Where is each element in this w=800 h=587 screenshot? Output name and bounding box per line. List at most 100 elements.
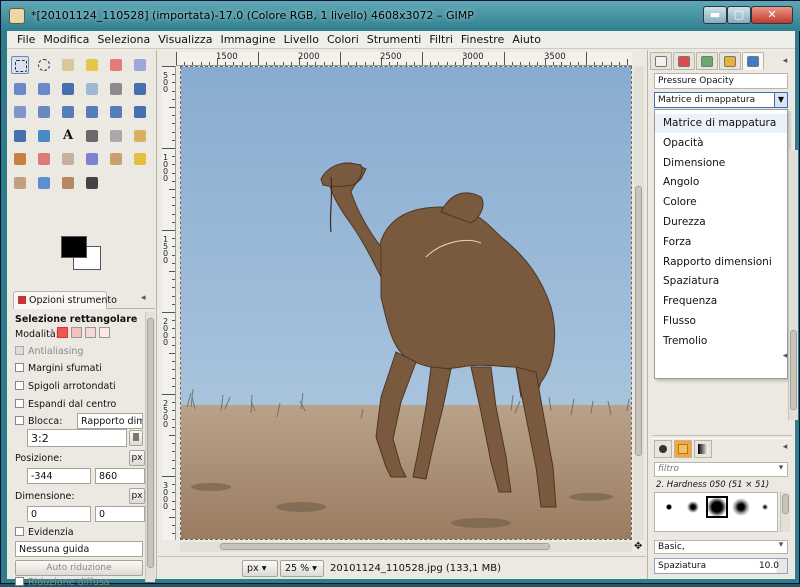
position-x-field[interactable]: -344 [27, 468, 91, 484]
mapping-option[interactable]: Tremolio [655, 332, 787, 351]
brush-menu-icon[interactable]: ◂ [778, 442, 792, 456]
tool-options-scrollbar[interactable] [145, 312, 155, 582]
expand-option[interactable]: Espandi dal centro [15, 399, 116, 410]
zoom-tool[interactable] [83, 80, 101, 98]
foreground-color-swatch[interactable] [61, 236, 87, 258]
vertical-ruler[interactable]: 500 1000 1500 2000 2500 3000 [162, 66, 176, 540]
mapping-option[interactable]: Forza [655, 233, 787, 252]
perspective-clone-tool[interactable] [11, 174, 29, 192]
brush-thumbnail[interactable] [730, 496, 752, 518]
minimize-button[interactable]: ▬ [703, 6, 727, 24]
merge-checkbox[interactable] [15, 577, 24, 586]
crop-tool[interactable] [35, 103, 53, 121]
brush-scrollbar[interactable] [780, 492, 790, 532]
blend-tool[interactable] [107, 127, 125, 145]
rounded-option[interactable]: Spigoli arrotondati [15, 381, 116, 392]
navigate-icon[interactable]: ✥ [634, 542, 644, 552]
brush-scroll-thumb[interactable] [782, 494, 789, 514]
canvas-v-thumb[interactable] [635, 186, 642, 456]
mapping-option[interactable]: Frequenza [655, 292, 787, 311]
dynamics-name-field[interactable]: Pressure Opacity [654, 73, 788, 89]
ratio-field[interactable]: 3:2 [27, 429, 127, 447]
text-tool[interactable]: A [59, 127, 77, 145]
antialias-option[interactable]: Antialiasing [15, 346, 83, 357]
horizontal-ruler[interactable]: 1500 2000 2500 3000 3500 [176, 52, 632, 66]
paths-tool[interactable] [35, 80, 53, 98]
dock-separator[interactable] [652, 435, 792, 439]
chevron-down-icon[interactable]: ▾ [774, 463, 788, 477]
image-canvas[interactable] [180, 66, 632, 540]
color-picker-tool[interactable] [59, 80, 77, 98]
mapping-option[interactable]: Durezza [655, 213, 787, 232]
feather-checkbox[interactable] [15, 363, 24, 372]
fixed-option[interactable]: Blocca: [15, 416, 62, 427]
bucket-fill-tool[interactable] [83, 127, 101, 145]
menu-immagine[interactable]: Immagine [216, 31, 279, 48]
tab-gradients[interactable] [694, 440, 712, 458]
collapse-icon[interactable]: ◂ [778, 351, 792, 365]
color-area[interactable] [61, 236, 107, 274]
chevron-down-icon[interactable]: ▼ [774, 93, 787, 107]
mapping-option[interactable]: Dimensione [655, 154, 787, 173]
fuzzy-select-tool[interactable] [83, 56, 101, 74]
mapping-select[interactable]: Matrice di mappatura ▼ [654, 92, 788, 108]
flip-tool[interactable] [11, 127, 29, 145]
size-h-field[interactable]: 0 [95, 506, 145, 522]
mapping-option[interactable]: Angolo [655, 173, 787, 192]
ink-tool[interactable] [83, 150, 101, 168]
menu-livello[interactable]: Livello [280, 31, 323, 48]
menu-modifica[interactable]: Modifica [39, 31, 93, 48]
shear-tool[interactable] [107, 103, 125, 121]
clone-tool[interactable] [107, 150, 125, 168]
mode-subtract-icon[interactable] [85, 327, 96, 338]
heal-tool[interactable] [131, 150, 149, 168]
tab-layers[interactable] [673, 52, 695, 70]
chevron-down-icon[interactable]: ▾ [774, 540, 788, 554]
measure-tool[interactable] [107, 80, 125, 98]
highlight-option[interactable]: Evidenzia [15, 527, 74, 538]
mapping-option[interactable]: Spaziatura [655, 272, 787, 291]
move-tool[interactable] [131, 80, 149, 98]
feather-option[interactable]: Margini sfumati [15, 363, 102, 374]
mode-intersect-icon[interactable] [99, 327, 110, 338]
position-y-field[interactable]: 860 [95, 468, 145, 484]
brush-filter-input[interactable]: filtro [654, 462, 788, 477]
dock-scroll-thumb[interactable] [790, 330, 797, 410]
mapping-option[interactable]: Opacità [655, 134, 787, 153]
mode-add-icon[interactable] [71, 327, 82, 338]
canvas-vertical-scrollbar[interactable] [634, 66, 644, 540]
tab-document[interactable] [650, 52, 672, 70]
menu-visualizza[interactable]: Visualizza [154, 31, 216, 48]
menu-filtri[interactable]: Filtri [425, 31, 457, 48]
brush-thumbnail[interactable] [682, 496, 704, 518]
close-button[interactable]: ✕ [751, 6, 793, 24]
perspective-tool[interactable] [131, 103, 149, 121]
ratio-swap-icon[interactable] [129, 430, 143, 446]
menu-strumenti[interactable]: Strumenti [363, 31, 426, 48]
tab-menu-icon[interactable]: ◂ [141, 293, 153, 305]
mapping-option[interactable]: Matrice di mappatura [655, 114, 787, 133]
zoom-select[interactable]: 25 % ▾ [280, 560, 324, 577]
paintbrush-tool[interactable] [11, 150, 29, 168]
menu-colori[interactable]: Colori [323, 31, 363, 48]
auto-shrink-button[interactable]: Auto riduzione [15, 560, 143, 576]
tab-channels[interactable] [696, 52, 718, 70]
menu-finestre[interactable]: Finestre [457, 31, 508, 48]
scroll-thumb[interactable] [147, 318, 154, 568]
rect-select-tool[interactable] [11, 56, 29, 74]
size-unit-select[interactable]: px [129, 488, 145, 504]
size-w-field[interactable]: 0 [27, 506, 91, 522]
brush-thumbnail[interactable] [706, 496, 728, 518]
tab-brushes[interactable] [654, 440, 672, 458]
brush-grid[interactable] [654, 492, 778, 532]
mapping-option[interactable]: Rapporto dimensioni [655, 253, 787, 272]
fixed-mode-select[interactable]: Rapporto dimensioni [77, 413, 143, 429]
guide-select[interactable]: Nessuna guida [15, 541, 143, 557]
tab-paint-dynamics[interactable] [742, 52, 764, 70]
scissors-tool[interactable] [131, 56, 149, 74]
brush-thumbnail[interactable] [658, 496, 680, 518]
tab-tool-options[interactable]: Opzioni strumento [13, 291, 117, 309]
scale-tool[interactable] [83, 103, 101, 121]
brush-thumbnail[interactable] [754, 496, 776, 518]
mode-replace-icon[interactable] [57, 327, 68, 338]
